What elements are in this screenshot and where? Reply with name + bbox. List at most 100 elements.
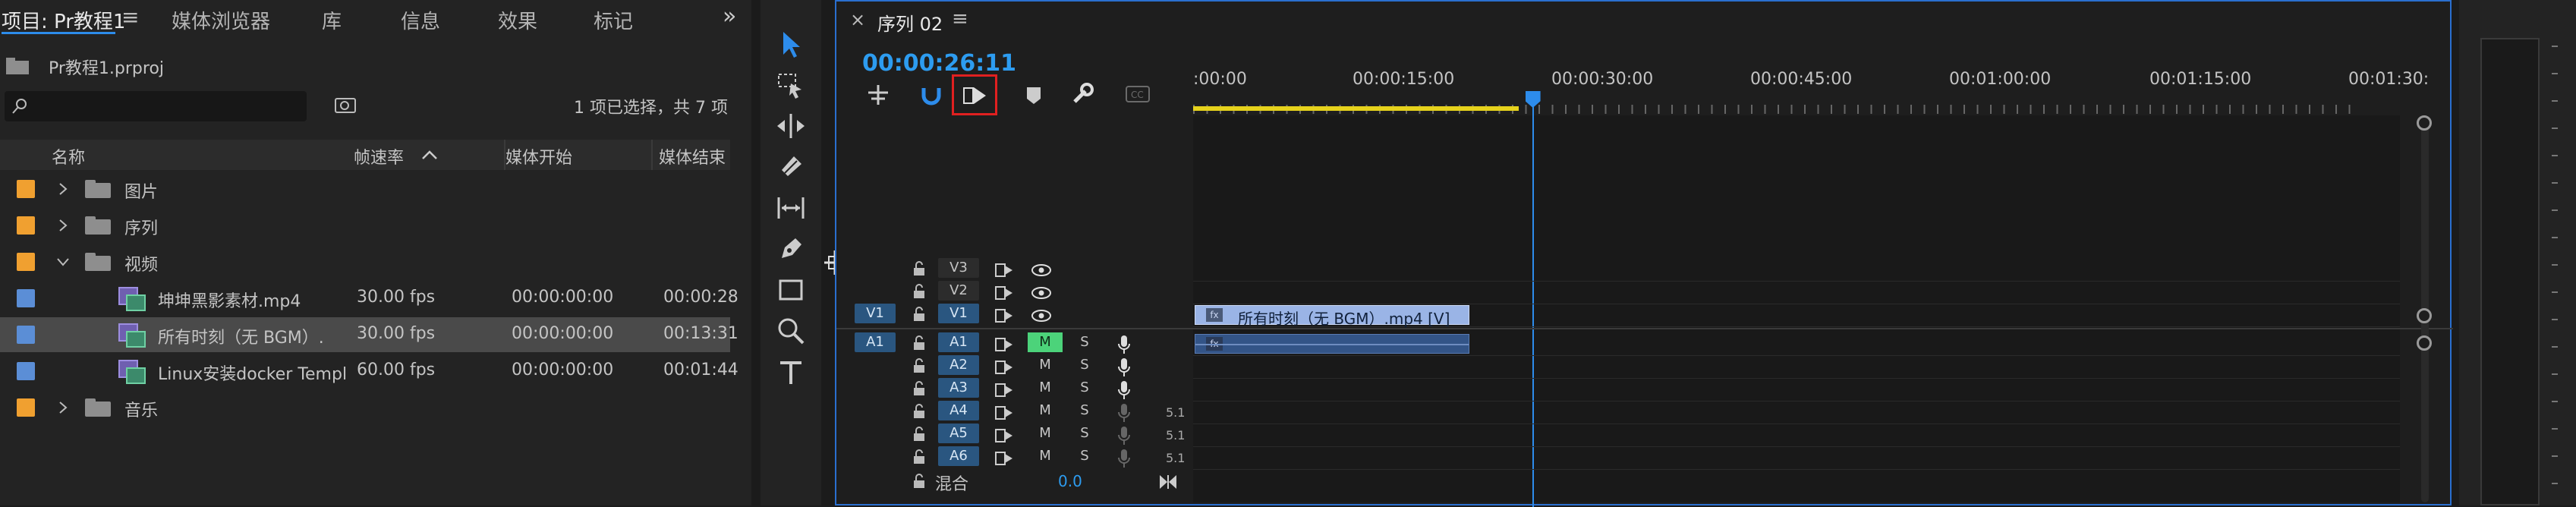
- type-tool-icon[interactable]: [774, 355, 808, 389]
- track-target-a4[interactable]: A4: [938, 401, 979, 420]
- track-target-v1[interactable]: V1: [938, 304, 979, 323]
- label-color-swatch[interactable]: [17, 289, 35, 307]
- track-target-v2[interactable]: V2: [938, 281, 979, 301]
- pen-tool-icon[interactable]: [774, 232, 808, 266]
- time-ruler[interactable]: :00:00 00:00:15:00 00:00:30:00 00:00:45:…: [1193, 65, 2429, 114]
- solo-button[interactable]: S: [1067, 355, 1102, 375]
- playhead-timecode[interactable]: 00:00:26:11: [862, 50, 1016, 77]
- source-patch-a1[interactable]: A1: [855, 332, 896, 352]
- captions-icon[interactable]: CC: [1125, 85, 1151, 103]
- list-item[interactable]: 音乐: [0, 390, 730, 425]
- panel-overflow-icon[interactable]: »: [723, 3, 736, 30]
- scroll-handle-video[interactable]: [2417, 308, 2432, 323]
- track-target-v3[interactable]: V3: [938, 258, 979, 278]
- microphone-icon[interactable]: [1117, 402, 1131, 424]
- track-lane[interactable]: [1193, 401, 2400, 424]
- search-input[interactable]: [5, 91, 307, 121]
- zoom-tool-icon[interactable]: [774, 314, 808, 348]
- table-row[interactable]: Linux安装docker Templ 60.00 fps 00:00:00:0…: [0, 354, 738, 389]
- chevron-right-icon[interactable]: [58, 219, 68, 232]
- scroll-handle-top[interactable]: [2417, 115, 2432, 131]
- mute-button[interactable]: M: [1028, 332, 1063, 352]
- mix-volume-value[interactable]: 0.0: [1058, 472, 1082, 490]
- tab-project[interactable]: 项目: Pr教程1: [2, 6, 125, 34]
- selection-tool-icon[interactable]: [774, 27, 808, 61]
- sort-ascending-icon[interactable]: [420, 149, 439, 161]
- track-lane[interactable]: [1193, 355, 2400, 379]
- panel-menu-icon[interactable]: ≡: [121, 5, 139, 30]
- rectangle-tool-icon[interactable]: [774, 273, 808, 307]
- chevron-right-icon[interactable]: [58, 401, 68, 414]
- list-item[interactable]: 图片: [0, 172, 730, 206]
- nest-toggle-icon[interactable]: [865, 83, 891, 106]
- sync-lock-icon[interactable]: [994, 285, 1014, 301]
- work-area-bar[interactable]: [1193, 106, 1519, 111]
- solo-button[interactable]: S: [1067, 401, 1102, 420]
- track-target-a5[interactable]: A5: [938, 424, 979, 443]
- source-patch-v1[interactable]: V1: [855, 304, 896, 323]
- microphone-icon[interactable]: [1117, 448, 1131, 469]
- track-target-a1[interactable]: A1: [938, 332, 979, 352]
- add-marker-icon[interactable]: [1025, 85, 1043, 106]
- mute-button[interactable]: M: [1028, 355, 1063, 375]
- microphone-icon[interactable]: [1117, 379, 1131, 401]
- track-select-tool-icon[interactable]: [774, 68, 808, 102]
- label-color-swatch[interactable]: [17, 253, 35, 271]
- track-lane[interactable]: [1193, 258, 2400, 282]
- column-media-end[interactable]: 媒体结束: [659, 144, 726, 168]
- solo-button[interactable]: S: [1067, 424, 1102, 443]
- lock-icon[interactable]: [912, 474, 926, 489]
- label-color-swatch[interactable]: [17, 362, 35, 380]
- sync-lock-icon[interactable]: [994, 383, 1014, 398]
- sync-lock-icon[interactable]: [994, 360, 1014, 375]
- table-row-selected[interactable]: 所有时刻（无 BGM）. 30.00 fps 00:00:00:00 00:13…: [0, 317, 738, 352]
- lock-icon[interactable]: [912, 381, 926, 396]
- lock-icon[interactable]: [912, 284, 926, 299]
- mute-button[interactable]: M: [1028, 401, 1063, 420]
- column-framerate[interactable]: 帧速率: [354, 144, 404, 168]
- slip-tool-icon[interactable]: [774, 191, 808, 225]
- list-item[interactable]: 序列: [0, 208, 730, 243]
- sequence-tab[interactable]: 序列 02: [877, 9, 943, 36]
- sequence-menu-icon[interactable]: ≡: [952, 8, 968, 30]
- column-media-start[interactable]: 媒体开始: [505, 144, 572, 168]
- scroll-handle-audio[interactable]: [2417, 335, 2432, 351]
- close-sequence-icon[interactable]: ×: [850, 9, 865, 30]
- wrench-settings-icon[interactable]: [1070, 82, 1094, 106]
- snap-magnet-icon[interactable]: [920, 83, 943, 106]
- lock-icon[interactable]: [912, 427, 926, 442]
- razor-tool-icon[interactable]: [774, 150, 808, 184]
- lock-icon[interactable]: [912, 449, 926, 464]
- chevron-down-icon[interactable]: [56, 257, 70, 267]
- track-target-a6[interactable]: A6: [938, 446, 979, 466]
- eye-icon[interactable]: [1031, 285, 1052, 301]
- track-lane[interactable]: [1193, 446, 2400, 470]
- tab-markers[interactable]: 标记: [594, 6, 633, 34]
- mute-button[interactable]: M: [1028, 378, 1063, 398]
- mute-button[interactable]: M: [1028, 424, 1063, 443]
- track-lane[interactable]: [1193, 424, 2400, 447]
- lock-icon[interactable]: [912, 404, 926, 419]
- lock-icon[interactable]: [912, 307, 926, 322]
- go-to-end-icon[interactable]: [1158, 474, 1178, 490]
- new-search-bin-icon[interactable]: [334, 96, 357, 115]
- eye-icon[interactable]: [1031, 263, 1052, 278]
- audio-clip[interactable]: fx: [1195, 334, 1469, 354]
- sync-lock-icon[interactable]: [994, 263, 1014, 278]
- column-name[interactable]: 名称: [52, 144, 85, 168]
- track-target-a2[interactable]: A2: [938, 355, 979, 375]
- track-target-a3[interactable]: A3: [938, 378, 979, 398]
- label-color-swatch[interactable]: [17, 180, 35, 198]
- eye-icon[interactable]: [1031, 308, 1052, 323]
- microphone-icon[interactable]: [1117, 425, 1131, 446]
- mute-button[interactable]: M: [1028, 446, 1063, 466]
- tab-effects[interactable]: 效果: [498, 6, 537, 34]
- sync-lock-icon[interactable]: [994, 451, 1014, 466]
- solo-button[interactable]: S: [1067, 332, 1102, 352]
- tab-info[interactable]: 信息: [401, 6, 440, 34]
- solo-button[interactable]: S: [1067, 378, 1102, 398]
- track-divider[interactable]: [836, 328, 2453, 329]
- label-color-swatch[interactable]: [17, 398, 35, 417]
- track-lane[interactable]: [1193, 378, 2400, 402]
- lock-icon[interactable]: [912, 335, 926, 351]
